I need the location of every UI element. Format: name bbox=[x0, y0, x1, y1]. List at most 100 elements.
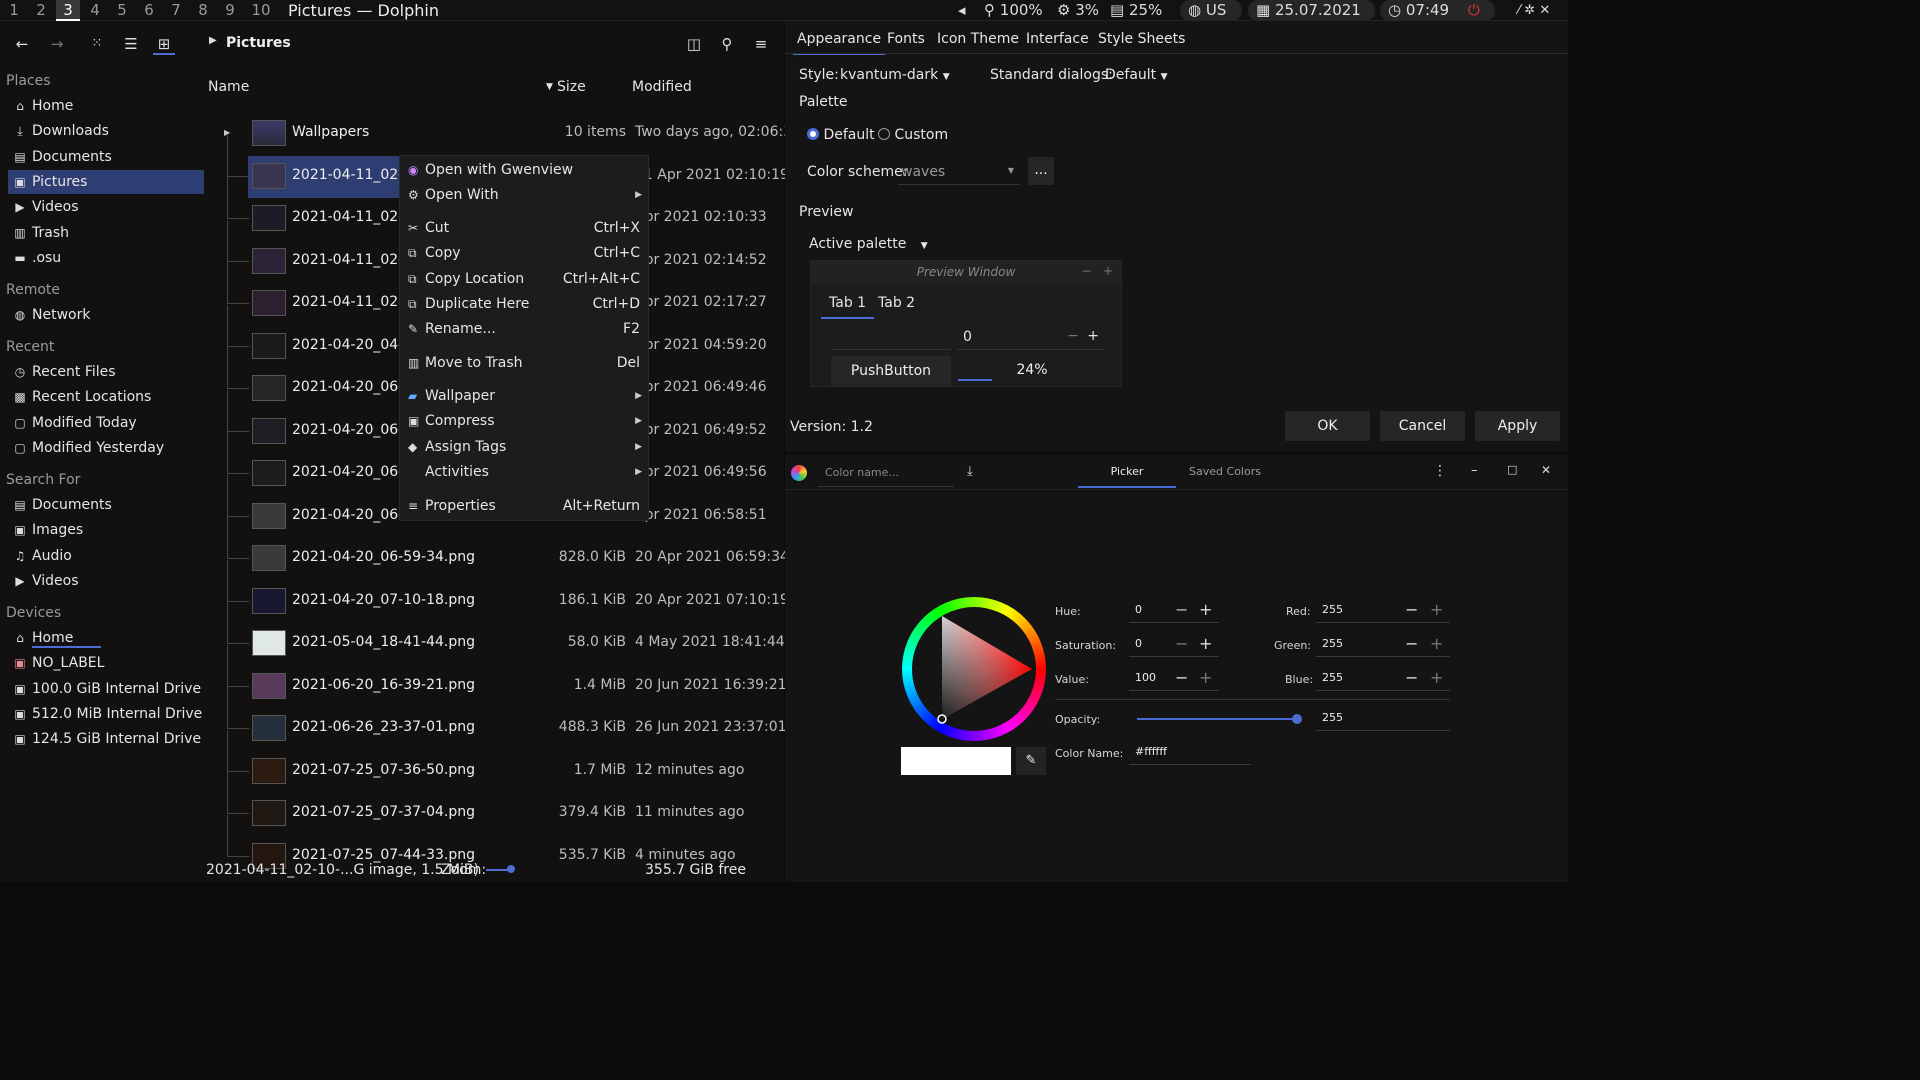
places-item-recent-0[interactable]: ◷ Recent Files bbox=[8, 360, 204, 384]
color-name-field[interactable]: #ffffff bbox=[1129, 739, 1251, 765]
tab-fonts[interactable]: Fonts bbox=[887, 31, 925, 53]
menu-item-duplicate-here[interactable]: ⧉ Duplicate Here Ctrl+D bbox=[400, 292, 650, 317]
column-modified[interactable]: Modified bbox=[632, 79, 692, 95]
scheme-combo[interactable]: waves ▼ bbox=[898, 157, 1020, 185]
preview-tab-2[interactable]: Tab 2 bbox=[878, 295, 915, 311]
menu-item-cut[interactable]: ✂ Cut Ctrl+X bbox=[400, 216, 650, 241]
file-row[interactable]: 2021-04-20_06-59-34.png 828.0 KiB 20 Apr 2… bbox=[206, 517, 789, 580]
folder-row[interactable]: ▶ Wallpapers 10 items Two days ago, 02:06:3… bbox=[206, 113, 801, 155]
back-icon[interactable]: ← bbox=[11, 33, 33, 55]
places-item-places-2[interactable]: ▤ Documents bbox=[8, 145, 204, 169]
hue-plus-icon[interactable]: + bbox=[1199, 597, 1212, 623]
kebab-menu-icon[interactable]: ⋮ bbox=[1433, 463, 1447, 479]
power-icon[interactable]: ⏻ bbox=[1468, 1, 1480, 19]
menu-item-properties[interactable]: ≡ Properties Alt+Return bbox=[400, 494, 650, 519]
workspace-10[interactable]: 10 bbox=[246, 0, 276, 21]
preview-spinbox[interactable]: 0 − + bbox=[957, 326, 1105, 350]
keyboard-layout[interactable]: ◍ US bbox=[1180, 0, 1242, 21]
file-row[interactable]: 2021-06-26_23-37-01.png 488.3 KiB 26 Jun 2… bbox=[206, 687, 787, 750]
places-item-devices-1[interactable]: ▣ NO_LABEL bbox=[8, 651, 204, 675]
close-icon[interactable]: ✕ bbox=[1541, 463, 1551, 477]
forward-icon[interactable]: → bbox=[46, 33, 68, 55]
menu-item-rename[interactable]: ✎ Rename... F2 bbox=[400, 317, 650, 342]
preview-push-button[interactable]: PushButton bbox=[831, 356, 951, 386]
red-minus-icon[interactable]: − bbox=[1405, 597, 1418, 623]
opacity-field[interactable]: 255 bbox=[1316, 705, 1450, 731]
palette-custom-radio[interactable]: Custom bbox=[878, 127, 948, 143]
red-plus-icon[interactable]: + bbox=[1430, 597, 1443, 623]
date-widget[interactable]: ▦ 25.07.2021 bbox=[1248, 0, 1375, 21]
places-item-places-4[interactable]: ▶ Videos bbox=[8, 195, 204, 219]
places-item-recent-1[interactable]: ▩ Recent Locations bbox=[8, 385, 204, 409]
column-size[interactable]: Size bbox=[557, 79, 586, 95]
menu-item-open-with-gwenview[interactable]: ◉ Open with Gwenview bbox=[400, 158, 650, 183]
split-view-icon[interactable]: ◫ bbox=[683, 33, 705, 55]
places-item-recent-2[interactable]: ▢ Modified Today bbox=[8, 411, 204, 435]
apply-button[interactable]: Apply bbox=[1475, 411, 1560, 441]
breadcrumb[interactable]: Pictures bbox=[226, 35, 291, 51]
workspace-5[interactable]: 5 bbox=[110, 0, 134, 21]
opacity-slider-handle[interactable] bbox=[1292, 714, 1302, 724]
cancel-button[interactable]: Cancel bbox=[1380, 411, 1465, 441]
workspace-8[interactable]: 8 bbox=[191, 0, 215, 21]
zoom-slider-handle[interactable] bbox=[507, 865, 515, 873]
preview-tab-1[interactable]: Tab 1 bbox=[821, 295, 875, 319]
saturation-plus-icon[interactable]: + bbox=[1199, 631, 1212, 657]
menu-item-copy[interactable]: ⧉ Copy Ctrl+C bbox=[400, 241, 650, 266]
brightness-indicator[interactable]: ⚲ 100% bbox=[984, 0, 1043, 21]
workspace-9[interactable]: 9 bbox=[218, 0, 242, 21]
hue-minus-icon[interactable]: − bbox=[1175, 597, 1188, 623]
workspace-3[interactable]: 3 bbox=[56, 0, 80, 21]
green-minus-icon[interactable]: − bbox=[1405, 631, 1418, 657]
clock-widget[interactable]: ◷ 07:49 ⏻ bbox=[1380, 0, 1495, 21]
places-item-recent-3[interactable]: ▢ Modified Yesterday bbox=[8, 436, 204, 460]
places-item-devices-0[interactable]: ⌂ Home bbox=[8, 626, 204, 650]
workspace-1[interactable]: 1 bbox=[2, 0, 26, 21]
tab-picker[interactable]: Picker bbox=[1078, 465, 1176, 488]
value-minus-icon[interactable]: − bbox=[1175, 665, 1188, 691]
tab-appearance[interactable]: Appearance bbox=[793, 31, 886, 55]
plus-icon[interactable]: + bbox=[1087, 328, 1099, 344]
maximize-icon[interactable]: □ bbox=[1507, 463, 1517, 476]
places-item-places-0[interactable]: ⌂ Home bbox=[8, 94, 204, 118]
menu-item-assign-tags[interactable]: ◆ Assign Tags ▶ bbox=[400, 435, 650, 460]
preview-line-edit[interactable] bbox=[831, 326, 951, 350]
places-item-search-1[interactable]: ▣ Images bbox=[8, 518, 204, 542]
green-plus-icon[interactable]: + bbox=[1430, 631, 1443, 657]
saturation-minus-icon[interactable]: − bbox=[1175, 631, 1188, 657]
blue-minus-icon[interactable]: − bbox=[1405, 665, 1418, 691]
file-row[interactable]: 2021-05-04_18-41-44.png 58.0 KiB 4 May 202… bbox=[206, 602, 785, 665]
places-item-devices-4[interactable]: ▣ 124.5 GiB Internal Drive (sda bbox=[8, 727, 204, 751]
menu-item-compress[interactable]: ▣ Compress ▶ bbox=[400, 409, 650, 434]
ok-button[interactable]: OK bbox=[1285, 411, 1370, 441]
minus-icon[interactable]: − bbox=[1067, 328, 1079, 344]
style-combo[interactable]: kvantum-dark ▼ bbox=[840, 67, 950, 83]
preview-palette-combo[interactable]: Active palette ▼ bbox=[809, 236, 928, 252]
file-row[interactable]: 2021-04-20_07-10-18.png 186.1 KiB 20 Apr 2… bbox=[206, 559, 789, 623]
blue-plus-icon[interactable]: + bbox=[1430, 665, 1443, 691]
menu-item-open-with[interactable]: ⚙ Open With ▶ bbox=[400, 183, 650, 208]
tab-icon-theme[interactable]: Icon Theme bbox=[937, 31, 1019, 53]
workspace-7[interactable]: 7 bbox=[164, 0, 188, 21]
eyedropper-icon[interactable]: ✎ bbox=[1016, 747, 1046, 775]
icons-view-icon[interactable]: ⁙ bbox=[86, 33, 108, 55]
palette-default-radio[interactable]: Default bbox=[807, 127, 875, 143]
memory-indicator[interactable]: ▤ 25% bbox=[1110, 0, 1162, 21]
sv-triangle[interactable] bbox=[902, 597, 1046, 741]
places-item-devices-3[interactable]: ▣ 512.0 MiB Internal Drive (sd. bbox=[8, 702, 204, 726]
workspace-2[interactable]: 2 bbox=[29, 0, 53, 21]
file-row[interactable]: 2021-07-25_07-36-50.png 1.7 MiB 12 minutes… bbox=[206, 729, 784, 793]
details-view-icon[interactable]: ☰ bbox=[120, 33, 142, 55]
scheme-more-button[interactable]: ... bbox=[1028, 157, 1054, 185]
download-icon[interactable]: ⤓ bbox=[967, 464, 973, 479]
tree-view-icon[interactable]: ⊞ bbox=[153, 33, 175, 55]
places-item-search-2[interactable]: ♫ Audio bbox=[8, 544, 204, 568]
workspace-6[interactable]: 6 bbox=[137, 0, 161, 21]
workspace-4[interactable]: 4 bbox=[83, 0, 107, 21]
search-icon[interactable]: ⚲ bbox=[716, 33, 738, 55]
dialogs-combo[interactable]: Default ▼ bbox=[1105, 67, 1168, 83]
file-row[interactable]: 2021-06-20_16-39-21.png 1.4 MiB 20 Jun 202… bbox=[206, 644, 787, 708]
menu-item-copy-location[interactable]: ⧉ Copy Location Ctrl+Alt+C bbox=[400, 267, 650, 292]
menu-item-wallpaper[interactable]: ▰ Wallpaper ▶ bbox=[400, 384, 650, 409]
tray-icons[interactable]: ⁄ ✲ ✕ bbox=[1518, 0, 1550, 21]
